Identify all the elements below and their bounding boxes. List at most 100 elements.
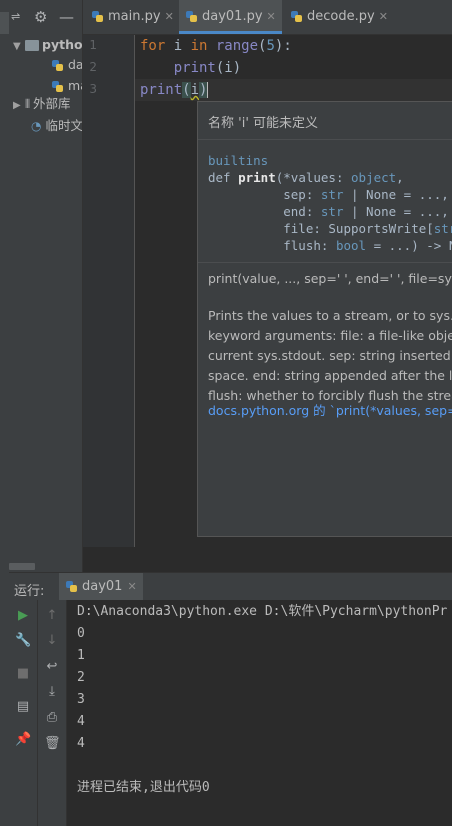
project-toolbar: ⇌ ⚙ —	[9, 8, 82, 30]
console-output[interactable]: D:\Anaconda3\python.exe D:\软件\Pycharm\py…	[67, 600, 452, 826]
signature-line: sep: str | None = ...,	[208, 186, 449, 203]
doc-line: current sys.stdout. sep: string inserted…	[208, 348, 452, 363]
tree-item-project-root[interactable]: ▼ pytho	[13, 35, 83, 57]
horizontal-scrollbar[interactable]	[9, 563, 35, 570]
gear-icon[interactable]: ⚙	[34, 8, 47, 26]
console-line: 1	[77, 648, 85, 663]
external-doc-link[interactable]: docs.python.org 的 `print(*values, sep=..…	[208, 401, 452, 421]
sig-text: def	[208, 170, 239, 185]
tree-item-scratches[interactable]: ◔ 临时文	[31, 116, 83, 136]
short-signature: print(value, ..., sep=' ', end=' ', file…	[208, 271, 452, 286]
soft-wrap-icon[interactable]: ↩	[44, 659, 60, 675]
sig-type: object	[351, 170, 397, 185]
signature-line: flush: bool = ...) -> Non	[208, 237, 452, 254]
sig-text: ,	[396, 170, 404, 185]
pin-icon[interactable]: 📌	[15, 732, 31, 748]
sig-text: file: SupportsWrite[	[208, 221, 434, 236]
run-tab-label: day01	[82, 579, 123, 594]
code-punct: (	[182, 82, 191, 98]
tree-item-label: 临时文	[45, 118, 83, 133]
close-icon[interactable]: ✕	[379, 10, 388, 23]
tree-item-file[interactable]: ma	[51, 76, 82, 96]
code-identifier-warning: i	[190, 82, 200, 98]
tree-item-label: 外部库	[33, 96, 71, 111]
code-punct: ):	[274, 38, 292, 54]
tree-item-label: pytho	[42, 37, 83, 52]
up-arrow-icon[interactable]: ↑	[44, 608, 60, 624]
module-name: builtins	[208, 153, 269, 168]
python-file-icon	[51, 59, 65, 72]
sig-type: str	[433, 221, 452, 236]
divider	[198, 139, 452, 140]
tab-day01-py[interactable]: day01.py ✕	[179, 0, 282, 34]
tab-decode-py[interactable]: decode.py ✕	[290, 0, 388, 34]
wrench-icon[interactable]: 🔧	[15, 633, 31, 649]
collapse-icon[interactable]: ⇌	[11, 10, 20, 23]
sig-name: print	[238, 170, 276, 185]
tab-main-py[interactable]: main.py ✕	[91, 0, 174, 34]
code-keyword: in	[190, 38, 208, 54]
signature-line: file: SupportsWrite[str]	[208, 220, 452, 237]
tree-item-label: ma	[68, 78, 82, 93]
close-icon[interactable]: ✕	[267, 10, 276, 23]
code-number: 5	[266, 38, 275, 54]
editor-tabs: main.py ✕ day01.py ✕ decode.py ✕	[83, 0, 452, 35]
structure-tool-tab[interactable]	[0, 798, 9, 820]
close-icon[interactable]: ✕	[165, 10, 174, 23]
console-toolbar: ↑ ↓ ↩ ⤓ ⎙ 🗑	[38, 600, 67, 826]
code-args: (i)	[215, 60, 242, 76]
project-tool-tab[interactable]	[0, 12, 9, 34]
doc-line: Prints the values to a stream, or to sys…	[208, 308, 452, 323]
code-keyword: for	[140, 38, 166, 54]
sig-type: str	[320, 187, 344, 202]
run-window-header: 运行: day01 ✕	[9, 572, 452, 601]
sig-type: bool	[335, 238, 367, 253]
sig-text: | None = ...,	[343, 187, 449, 202]
tab-label: decode.py	[307, 9, 375, 24]
run-tab-day01[interactable]: day01 ✕	[59, 573, 143, 601]
console-line: 3	[77, 692, 85, 707]
stop-icon[interactable]: ■	[15, 666, 31, 682]
folder-icon	[25, 40, 39, 51]
python-file-icon	[290, 10, 304, 23]
signature-line: def print(*values: object,	[208, 169, 404, 186]
scratches-icon: ◔	[31, 119, 42, 133]
down-arrow-icon[interactable]: ↓	[44, 633, 60, 649]
run-label: 运行:	[14, 584, 45, 599]
sig-text: | None = ...,	[343, 204, 449, 219]
code-punct: )	[199, 82, 208, 98]
line-number-gutter: 1 2 3	[83, 35, 135, 547]
tree-item-label: da	[68, 57, 83, 72]
sig-text: flush:	[208, 238, 336, 253]
python-file-icon	[65, 580, 79, 593]
signature-module: builtins	[208, 152, 268, 169]
chevron-right-icon[interactable]: ▶	[13, 96, 25, 116]
scroll-to-end-icon[interactable]: ⤓	[44, 684, 60, 700]
line-number: 2	[89, 60, 97, 74]
trash-icon[interactable]: 🗑	[44, 736, 61, 752]
rerun-icon[interactable]: ▶	[15, 608, 31, 624]
sig-text: end:	[208, 204, 321, 219]
code-line-3: print(i)	[140, 79, 209, 101]
python-file-icon	[91, 10, 105, 23]
popup-title: 名称 'i' 可能未定义	[208, 116, 319, 131]
tree-item-file[interactable]: da	[51, 55, 83, 75]
doc-line: keyword arguments: file: a file-like obj…	[208, 328, 452, 343]
tab-label: day01.py	[202, 9, 263, 24]
console-line: 2	[77, 670, 85, 685]
minimize-icon[interactable]: —	[59, 8, 74, 26]
code-line-2: print(i)	[140, 57, 241, 79]
sig-text: = ...) -> Non	[373, 238, 452, 253]
close-icon[interactable]: ✕	[127, 580, 136, 593]
quick-doc-popup: 名称 'i' 可能未定义 builtins def print(*values:…	[197, 101, 452, 537]
line-number: 3	[89, 82, 97, 96]
tab-label: main.py	[108, 9, 161, 24]
project-pane: ⇌ ⚙ — ▼ pytho da ma ▶⫴外部库 ◔临时文	[9, 0, 83, 572]
print-icon[interactable]: ⎙	[44, 710, 60, 726]
doc-line: space. end: string appended after the la…	[208, 368, 452, 383]
tree-item-external-libraries[interactable]: ▶ ⫴ 外部库	[13, 94, 71, 114]
chevron-down-icon[interactable]: ▼	[13, 37, 25, 57]
layout-icon[interactable]: ▤	[15, 699, 31, 715]
signature-line: end: str | None = ...,	[208, 203, 449, 220]
